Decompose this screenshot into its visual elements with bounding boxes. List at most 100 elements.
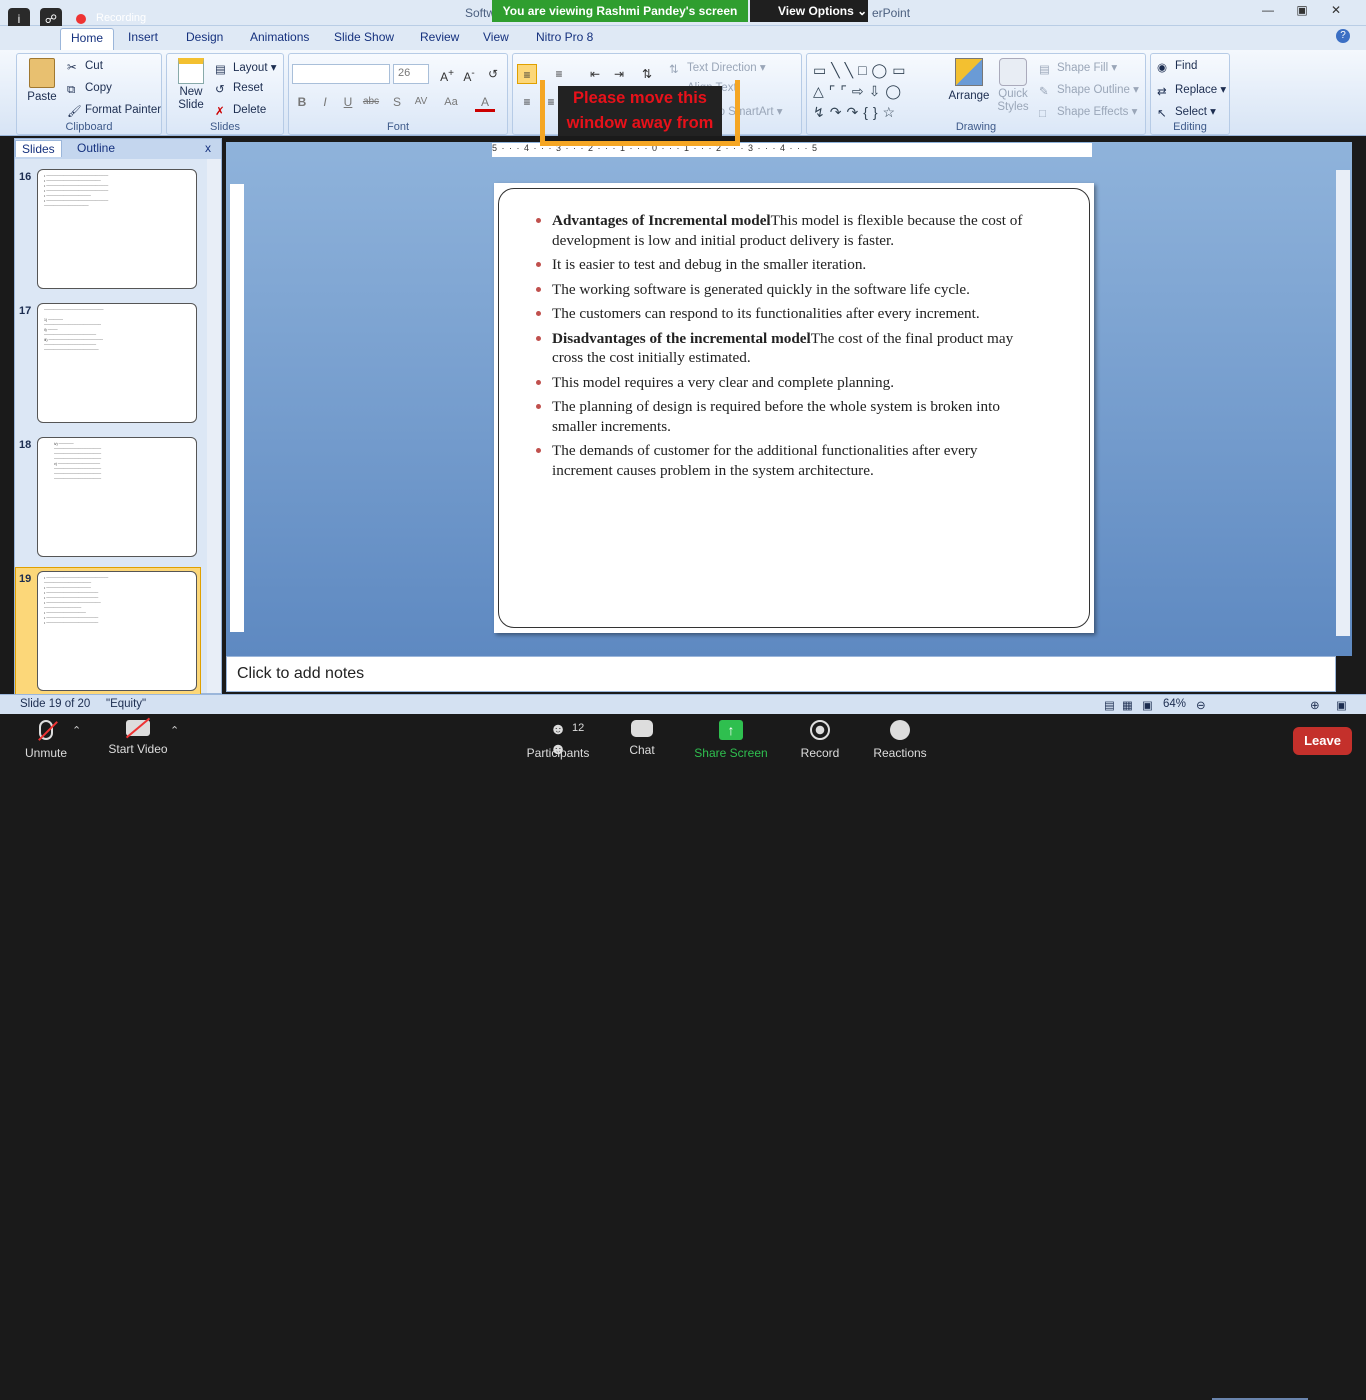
clear-formatting-icon[interactable]: ↺ xyxy=(483,64,503,84)
copy-button[interactable]: ⧉ Copy xyxy=(67,82,112,96)
grow-font-icon[interactable]: A+ xyxy=(437,64,457,84)
slide-thumbnail-18[interactable]: iv) ────── ─────────────────── ───────────… xyxy=(37,437,197,557)
shapes-gallery[interactable]: ▭╲╲□◯▭ △⌜⌜⇨⇩◯ ↯↷↷{}☆ xyxy=(813,60,939,120)
slides-panel-scrollbar[interactable] xyxy=(207,159,221,693)
tab-nitro-pro[interactable]: Nitro Pro 8 xyxy=(536,30,593,44)
clipboard-group-label: Clipboard xyxy=(65,121,113,133)
vertical-scrollbar[interactable] xyxy=(1336,170,1350,636)
recording-label: Recording xyxy=(96,12,147,24)
text-direction-label: Text Direction xyxy=(687,62,757,74)
shadow-icon[interactable]: S xyxy=(387,92,407,112)
bold-icon[interactable]: B xyxy=(292,92,312,112)
new-slide-icon xyxy=(178,58,204,84)
align-left-icon[interactable]: ≡ xyxy=(517,92,537,112)
bullets-icon[interactable]: ≡ xyxy=(517,64,537,84)
slide-number: 16 xyxy=(19,171,32,183)
fit-to-window-icon[interactable]: ▣ xyxy=(1336,698,1347,712)
clipboard-group: Paste ✂ Cut ⧉ Copy 🖌 Format Painter Clipboa… xyxy=(16,53,162,135)
character-spacing-icon[interactable]: AV xyxy=(411,92,431,112)
paste-button[interactable]: Paste xyxy=(25,58,59,103)
change-case-icon[interactable]: Aa xyxy=(441,92,461,112)
normal-view-icon[interactable]: ▤ xyxy=(1104,698,1115,712)
text-direction-button[interactable]: ⇅ Text Direction ▾ xyxy=(669,60,766,76)
shape-effects-button[interactable]: □ Shape Effects ▾ xyxy=(1039,104,1137,120)
font-size-combo[interactable]: 26 xyxy=(393,64,429,84)
video-off-icon xyxy=(125,717,151,739)
slide-sorter-icon[interactable]: ▦ xyxy=(1122,698,1133,712)
underline-icon[interactable]: U xyxy=(338,92,358,112)
arrange-button[interactable]: Arrange xyxy=(947,58,991,102)
reset-button[interactable]: ↺ Reset xyxy=(215,82,263,96)
replace-button[interactable]: ⇄ Replace ▾ xyxy=(1157,82,1226,98)
tab-design[interactable]: Design xyxy=(186,30,223,44)
bullet-item: The working software is generated quickl… xyxy=(534,280,1034,300)
close-panel-icon[interactable]: x xyxy=(205,141,211,155)
meeting-toolbar: Unmute ⌃ Start Video ⌃ ☻☻ Participants 1… xyxy=(0,714,1366,768)
view-options-button[interactable]: View Options ⌄ xyxy=(750,0,868,22)
shape-outline-button[interactable]: ✎ Shape Outline ▾ xyxy=(1039,82,1139,98)
maximize-button[interactable]: ▣ xyxy=(1292,3,1312,21)
tab-insert[interactable]: Insert xyxy=(128,30,158,44)
layout-button[interactable]: ▤ Layout ▾ xyxy=(215,60,277,76)
slide-number: 19 xyxy=(19,573,32,585)
bullet-text: The planning of design is required befor… xyxy=(552,398,1000,435)
thumbnail-content: • ───────────────────────── • ───────────… xyxy=(44,174,109,208)
tab-animations[interactable]: Animations xyxy=(250,30,309,44)
minimize-button[interactable]: — xyxy=(1258,3,1278,21)
delete-button[interactable]: ✗ Delete xyxy=(215,104,266,118)
ribbon-tabs: Home Insert Design Animations Slide Show… xyxy=(0,26,1366,50)
tab-slides[interactable]: Slides xyxy=(15,140,62,157)
shape-fill-button[interactable]: ▤ Shape Fill ▾ xyxy=(1039,60,1117,76)
tab-review[interactable]: Review xyxy=(420,30,459,44)
tab-outline[interactable]: Outline xyxy=(77,141,115,155)
slide-thumbnail-17[interactable]: ──────────────────────── 1) ────── ───────… xyxy=(37,303,197,423)
notes-pane[interactable]: Click to add notes xyxy=(226,656,1336,692)
shape-outline-label: Shape Outline xyxy=(1057,84,1130,96)
slide-show-icon[interactable]: ▣ xyxy=(1142,698,1153,712)
record-button[interactable]: Record xyxy=(780,720,860,760)
chat-button[interactable]: Chat xyxy=(602,720,682,757)
find-button[interactable]: ◉ Find xyxy=(1157,60,1197,74)
help-icon[interactable]: ? xyxy=(1336,29,1350,43)
start-video-button[interactable]: Start Video xyxy=(98,717,178,756)
video-options-chevron-icon[interactable]: ⌃ xyxy=(170,724,179,737)
new-slide-button[interactable]: New Slide xyxy=(173,58,209,112)
zoom-level[interactable]: 64% xyxy=(1163,698,1186,710)
slide-thumbnail-16[interactable]: • ───────────────────────── • ───────────… xyxy=(37,169,197,289)
leave-meeting-button[interactable]: Leave xyxy=(1293,727,1352,755)
brush-icon: 🖌 xyxy=(67,106,82,118)
share-screen-button[interactable]: ↑ Share Screen xyxy=(691,720,771,760)
strikethrough-icon[interactable]: abc xyxy=(361,92,381,112)
bullet-text: It is easier to test and debug in the sm… xyxy=(552,256,867,273)
zoom-in-icon[interactable]: ⊕ xyxy=(1310,698,1320,712)
font-color-icon[interactable]: A xyxy=(475,92,495,112)
shrink-font-icon[interactable]: A- xyxy=(459,64,479,84)
reactions-button[interactable]: Reactions xyxy=(860,720,940,760)
participants-button[interactable]: ☻☻ Participants xyxy=(518,720,598,760)
tab-slide-show[interactable]: Slide Show xyxy=(334,30,394,44)
layout-label: Layout xyxy=(233,62,268,74)
slide-thumbnail-19[interactable]: • ───────────────────────── ─────────────… xyxy=(37,571,197,691)
slide-counter: Slide 19 of 20 xyxy=(20,698,91,710)
bullet-text: The working software is generated quickl… xyxy=(552,280,970,298)
bullet-text: The demands of customer for the addition… xyxy=(552,442,978,479)
audio-options-chevron-icon[interactable]: ⌃ xyxy=(72,724,81,737)
bullet-item: Advantages of Incremental modelThis mode… xyxy=(534,211,1034,250)
drawing-group: ▭╲╲□◯▭ △⌜⌜⇨⇩◯ ↯↷↷{}☆ Arrange Quick Styles … xyxy=(806,53,1146,135)
cut-button[interactable]: ✂ Cut xyxy=(67,60,103,74)
format-painter-button[interactable]: 🖌 Format Painter xyxy=(67,104,161,118)
start-video-label: Start Video xyxy=(108,742,168,756)
view-options-label: View Options xyxy=(778,4,854,18)
tab-home[interactable]: Home xyxy=(60,28,115,50)
slide-canvas[interactable]: Advantages of Incremental model This mode… xyxy=(494,183,1094,633)
chat-bubble-icon xyxy=(631,720,653,737)
slide-bullet-list[interactable]: Advantages of Incremental model This mode… xyxy=(534,211,1034,485)
close-window-button[interactable]: ✕ xyxy=(1326,3,1346,21)
select-button[interactable]: ↖ Select ▾ xyxy=(1157,104,1216,120)
quick-styles-button[interactable]: Quick Styles xyxy=(995,58,1031,114)
italic-icon[interactable]: I xyxy=(315,92,335,112)
font-name-combo[interactable] xyxy=(292,64,390,84)
new-slide-label: New Slide xyxy=(178,86,204,111)
zoom-out-icon[interactable]: ⊖ xyxy=(1196,698,1206,712)
tab-view[interactable]: View xyxy=(483,30,509,44)
